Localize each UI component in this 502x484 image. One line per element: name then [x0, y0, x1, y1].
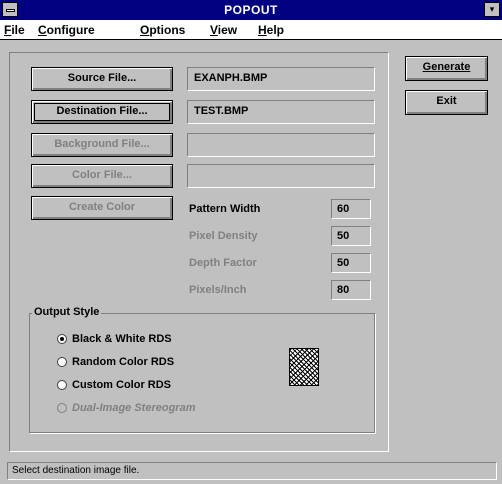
- source-file-button[interactable]: Source File...: [31, 67, 173, 91]
- destination-file-button[interactable]: Destination File...: [31, 100, 173, 124]
- radio-selected-icon: [57, 334, 67, 344]
- radio-black-white-rds[interactable]: Black & White RDS: [57, 333, 172, 345]
- exit-button[interactable]: Exit: [405, 90, 488, 115]
- pixel-density-label: Pixel Density: [189, 230, 258, 242]
- generate-button[interactable]: Generate: [405, 56, 488, 81]
- create-color-button[interactable]: Create Color: [31, 196, 173, 220]
- pattern-width-label: Pattern Width: [189, 203, 261, 215]
- output-style-group: [29, 313, 375, 433]
- title-bar[interactable]: POPOUT ▾: [0, 0, 502, 20]
- menu-options[interactable]: Options: [140, 23, 185, 37]
- menu-bar: File Configure Options View Help: [0, 20, 502, 40]
- maximize-button[interactable]: ▾: [484, 2, 500, 17]
- menu-file[interactable]: File: [4, 23, 25, 37]
- window-title: POPOUT: [224, 3, 278, 17]
- popout-window: POPOUT ▾ File Configure Options View Hel…: [0, 0, 502, 484]
- background-file-button[interactable]: Background File...: [31, 133, 173, 157]
- radio-random-color-rds[interactable]: Random Color RDS: [57, 356, 174, 368]
- destination-file-field[interactable]: TEST.BMP: [187, 100, 375, 124]
- background-file-field[interactable]: [187, 133, 375, 157]
- radio-dual-image-stereogram[interactable]: Dual-Image Stereogram: [57, 402, 195, 414]
- pixels-inch-label: Pixels/Inch: [189, 284, 247, 296]
- output-style-title: Output Style: [32, 306, 102, 318]
- color-file-field[interactable]: [187, 164, 375, 188]
- menu-view[interactable]: View: [210, 23, 237, 37]
- radio-unselected-icon: [57, 403, 67, 413]
- menu-configure[interactable]: Configure: [38, 23, 95, 37]
- source-file-field[interactable]: EXANPH.BMP: [187, 67, 375, 91]
- color-file-button[interactable]: Color File...: [31, 164, 173, 188]
- pixel-density-input[interactable]: 50: [331, 226, 371, 246]
- radio-unselected-icon: [57, 357, 67, 367]
- pixels-inch-input[interactable]: 80: [331, 280, 371, 300]
- radio-custom-color-rds[interactable]: Custom Color RDS: [57, 379, 171, 391]
- depth-factor-label: Depth Factor: [189, 257, 257, 269]
- system-menu-icon[interactable]: [2, 2, 18, 17]
- depth-factor-input[interactable]: 50: [331, 253, 371, 273]
- pattern-width-input[interactable]: 60: [331, 199, 371, 219]
- stereogram-preview-image: [289, 348, 319, 386]
- radio-unselected-icon: [57, 380, 67, 390]
- status-bar: Select destination image file.: [7, 462, 497, 480]
- menu-help[interactable]: Help: [258, 23, 284, 37]
